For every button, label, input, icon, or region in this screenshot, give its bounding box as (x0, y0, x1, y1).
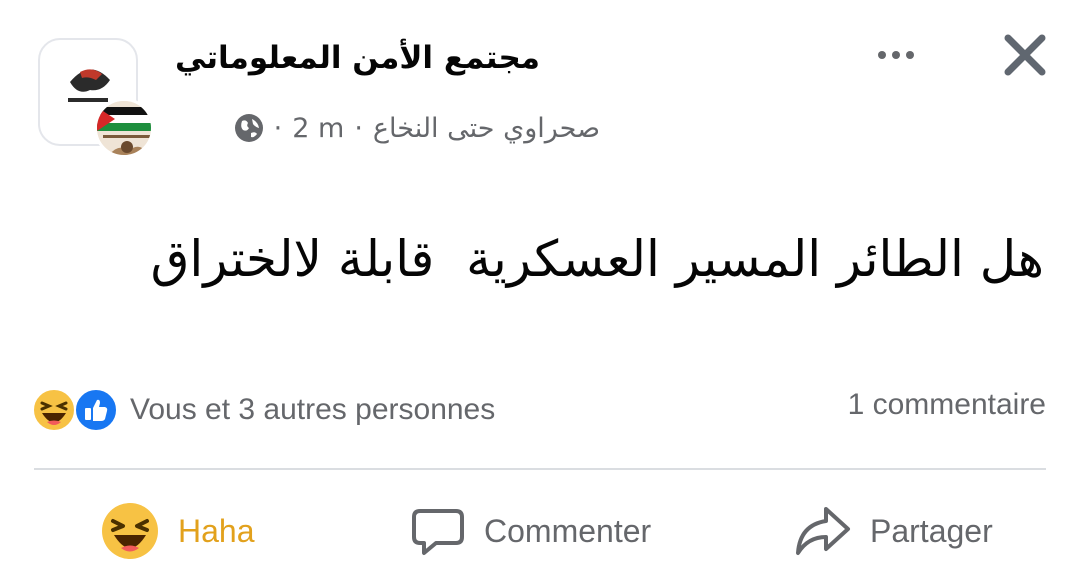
share-button[interactable]: Partager (794, 498, 993, 564)
reactions-summary[interactable]: Vous et 3 autres personnes (32, 386, 495, 434)
close-button[interactable] (1000, 30, 1050, 80)
group-name-link[interactable]: مجتمع الأمن المعلوماتي (175, 40, 540, 76)
post-time[interactable]: 2 m (292, 113, 344, 144)
share-label: Partager (870, 512, 993, 549)
comment-bubble-icon (412, 509, 464, 555)
post-meta: · 2 m · صحراوي حتى النخاع (234, 108, 600, 148)
comments-count-link[interactable]: 1 commentaire (848, 388, 1046, 422)
haha-emoji-icon (102, 503, 158, 559)
separator-dot: · (354, 112, 363, 144)
group-avatar[interactable] (38, 38, 156, 158)
post-text: هل الطائر المسير العسكرية قابلة لالختراق (150, 230, 1044, 288)
more-dot-icon (892, 51, 900, 59)
divider (34, 468, 1046, 470)
comment-label: Commenter (484, 512, 652, 549)
separator-dot: · (273, 112, 283, 144)
like-icon (74, 388, 118, 432)
reaction-icons (32, 386, 124, 434)
more-dot-icon (878, 51, 886, 59)
haha-emoji-icon (32, 388, 76, 432)
more-dot-icon (906, 51, 914, 59)
close-icon (1004, 34, 1046, 76)
haha-reaction-button[interactable]: Haha (100, 498, 255, 564)
globe-icon (234, 114, 263, 142)
haha-label: Haha (178, 512, 255, 549)
share-arrow-icon (796, 507, 850, 555)
more-options-button[interactable] (868, 40, 924, 70)
author-name-link[interactable]: صحراوي حتى النخاع (373, 113, 600, 144)
reactions-text: Vous et 3 autres personnes (130, 393, 496, 426)
author-avatar[interactable] (94, 98, 154, 158)
comment-button[interactable]: Commenter (410, 498, 651, 564)
